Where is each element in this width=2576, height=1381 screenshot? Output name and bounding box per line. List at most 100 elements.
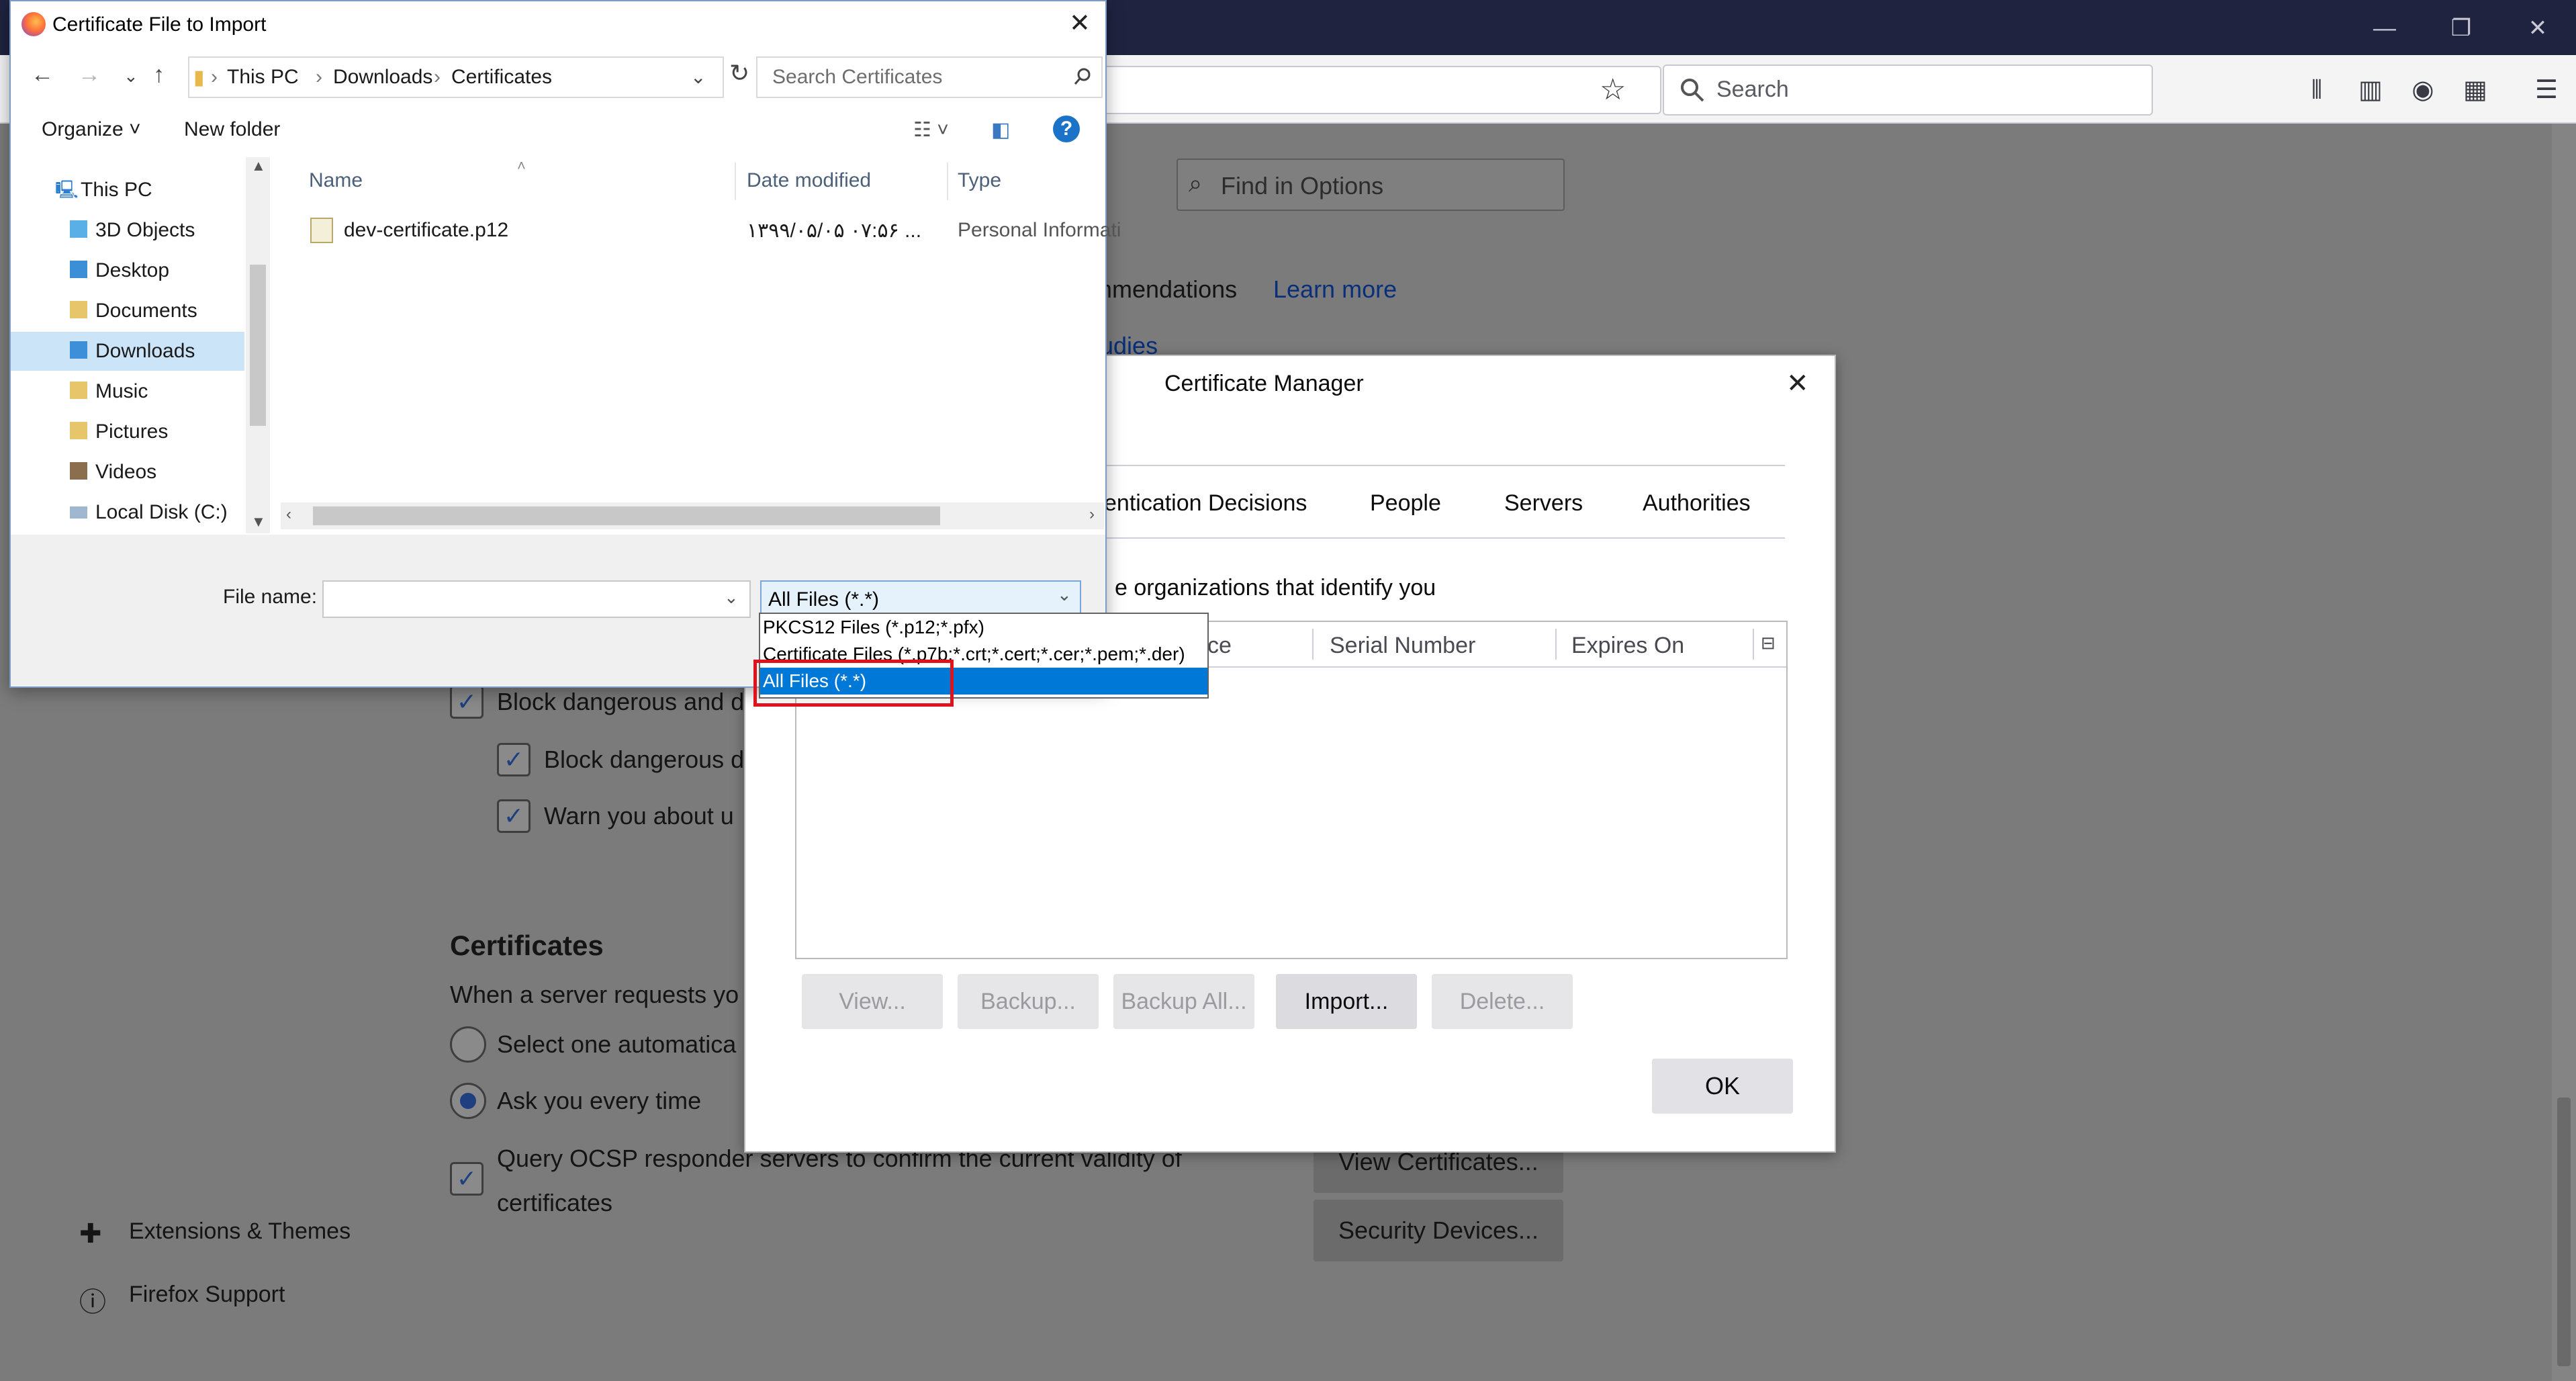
forward-arrow-icon[interactable]: → (78, 62, 101, 88)
tree-item-documents[interactable]: Documents (11, 292, 244, 330)
file-list-hscrollbar[interactable]: ‹ › (281, 502, 1104, 529)
breadcrumb-chevron-icon: › (434, 66, 441, 88)
bookmark-star-icon[interactable]: ☆ (1600, 73, 1626, 107)
preview-pane-icon[interactable]: ◧ (991, 118, 1010, 142)
search-certificates-input[interactable]: Search Certificates (756, 56, 1103, 98)
url-bar[interactable]: ☆ (1088, 66, 1661, 114)
back-arrow-icon[interactable]: ← (31, 62, 54, 88)
backup-button[interactable]: Backup... (958, 974, 1099, 1029)
tree-item-downloads[interactable]: Downloads (11, 332, 244, 371)
close-icon[interactable]: ✕ (1069, 8, 1091, 38)
scroll-right-icon[interactable]: › (1089, 505, 1095, 524)
tree-item-label: Pictures (95, 420, 169, 443)
tab-authentication-decisions[interactable]: entication Decisions (1104, 490, 1307, 517)
warn-unwanted-checkbox[interactable]: ✓ (497, 799, 531, 833)
ocsp-checkbox[interactable]: ✓ (450, 1162, 484, 1196)
file-type-option-pkcs12[interactable]: PKCS12 Files (*.p12;*.pfx) (760, 614, 1207, 641)
menu-icon[interactable]: ☰ (2526, 70, 2567, 110)
scroll-down-icon[interactable]: ▼ (251, 513, 266, 531)
extensions-themes-link[interactable]: Extensions & Themes (129, 1218, 351, 1245)
column-separator[interactable] (1555, 629, 1557, 660)
tab-authorities[interactable]: Authorities (1643, 490, 1751, 517)
search-placeholder: Search Certificates (772, 66, 943, 88)
scrollbar-thumb[interactable] (2557, 1098, 2571, 1366)
column-header-serial[interactable]: Serial Number (1330, 633, 1475, 659)
tab-people[interactable]: People (1370, 490, 1441, 517)
close-window-icon[interactable]: ✕ (2501, 8, 2575, 48)
minimize-icon[interactable]: — (2348, 8, 2422, 48)
ocsp-label-line2: certificates (497, 1189, 613, 1216)
page-scrollbar[interactable] (2552, 124, 2576, 1381)
firefox-support-link[interactable]: Firefox Support (129, 1282, 285, 1308)
security-devices-button[interactable]: Security Devices... (1314, 1200, 1563, 1261)
breadcrumb-this-pc[interactable]: This PC (227, 66, 299, 89)
learn-more-link[interactable]: Learn more (1273, 275, 1397, 304)
file-import-dialog: Certificate File to Import ✕ ← → ⌄ ↑ ▮ ›… (9, 0, 1121, 688)
tree-item-local-disk[interactable]: Local Disk (C:) (11, 493, 244, 532)
view-options-icon[interactable]: ☷ ˅ (913, 118, 949, 142)
file-name-input[interactable]: ⌄ (322, 580, 751, 618)
sidebar-icon[interactable]: ▥ (2350, 70, 2391, 110)
organize-menu[interactable]: Organize ˅ (42, 118, 141, 141)
tab-servers[interactable]: Servers (1504, 490, 1583, 517)
ok-button[interactable]: OK (1652, 1059, 1793, 1114)
file-row[interactable]: dev-certificate.p12 ۱۳۹۹/۰۵/۰۵ ۰۷:۵۶ ...… (281, 210, 1121, 250)
desktop-folder-icon (70, 261, 87, 278)
videos-folder-icon (70, 462, 87, 480)
chevron-down-icon[interactable]: ⌄ (1057, 584, 1072, 605)
address-bar[interactable]: ▮ › This PC › Downloads › Certificates ⌄ (188, 56, 724, 98)
library-icon[interactable]: ⫴ (2297, 70, 2337, 110)
account-icon[interactable]: ◉ (2403, 70, 2443, 110)
recommendations-text: mmendations (1092, 275, 1238, 303)
pictures-folder-icon (70, 422, 87, 439)
refresh-icon[interactable]: ↻ (729, 59, 749, 87)
puzzle-icon: ✚ (79, 1219, 102, 1249)
address-dropdown-icon[interactable]: ⌄ (690, 66, 706, 88)
column-header[interactable]: ce (1207, 633, 1232, 659)
delete-button[interactable]: Delete... (1432, 974, 1573, 1029)
file-type: Personal Informati (958, 219, 1121, 241)
scroll-up-icon[interactable]: ▲ (251, 157, 266, 175)
scrollbar-thumb[interactable] (313, 506, 940, 525)
extensions-icon[interactable]: ▦ (2455, 70, 2495, 110)
tree-scrollbar[interactable]: ▲ ▼ (246, 157, 270, 533)
import-button[interactable]: Import... (1276, 974, 1417, 1029)
column-name[interactable]: Name (309, 169, 363, 192)
column-type[interactable]: Type (958, 169, 1001, 192)
tree-item-3d-objects[interactable]: 3D Objects (11, 211, 244, 250)
breadcrumb-certificates[interactable]: Certificates (451, 66, 552, 89)
close-icon[interactable]: ✕ (1786, 368, 1809, 399)
scrollbar-thumb[interactable] (250, 265, 266, 426)
select-automatically-radio[interactable] (450, 1026, 486, 1063)
column-separator[interactable] (947, 163, 948, 200)
block-dangerous-downloads-checkbox[interactable]: ✓ (497, 743, 531, 776)
column-separator[interactable] (1753, 629, 1754, 660)
tree-item-desktop[interactable]: Desktop (11, 251, 244, 290)
find-in-options-input[interactable]: ⌕ Find in Options (1177, 159, 1565, 211)
tree-item-label: Downloads (95, 340, 195, 362)
tree-item-this-pc[interactable]: 🖳 This PC (11, 171, 244, 210)
column-picker-icon[interactable]: ⊟ (1761, 633, 1776, 654)
scroll-left-icon[interactable]: ‹ (286, 505, 291, 524)
ask-every-time-radio[interactable] (450, 1083, 486, 1119)
find-search-icon: ⌕ (1189, 169, 1203, 197)
column-date-modified[interactable]: Date modified (747, 169, 871, 192)
column-header-expires[interactable]: Expires On (1571, 633, 1684, 659)
column-separator[interactable] (1312, 629, 1314, 660)
up-arrow-icon[interactable]: ↑ (153, 62, 165, 88)
tree-item-pictures[interactable]: Pictures (11, 412, 244, 451)
recent-locations-icon[interactable]: ⌄ (124, 66, 138, 87)
restore-icon[interactable]: ❐ (2424, 8, 2498, 48)
view-button[interactable]: View... (802, 974, 943, 1029)
tree-item-music[interactable]: Music (11, 372, 244, 411)
help-icon[interactable]: ? (1053, 116, 1080, 142)
column-separator[interactable] (735, 163, 736, 200)
block-dangerous-checkbox[interactable]: ✓ (450, 685, 484, 719)
3d-objects-folder-icon (70, 220, 87, 238)
chevron-down-icon[interactable]: ⌄ (724, 587, 739, 608)
tree-item-videos[interactable]: Videos (11, 453, 244, 492)
backup-all-button[interactable]: Backup All... (1113, 974, 1254, 1029)
breadcrumb-downloads[interactable]: Downloads (333, 66, 432, 89)
new-folder-button[interactable]: New folder (184, 118, 280, 141)
browser-search-input[interactable]: Search (1663, 64, 2153, 116)
